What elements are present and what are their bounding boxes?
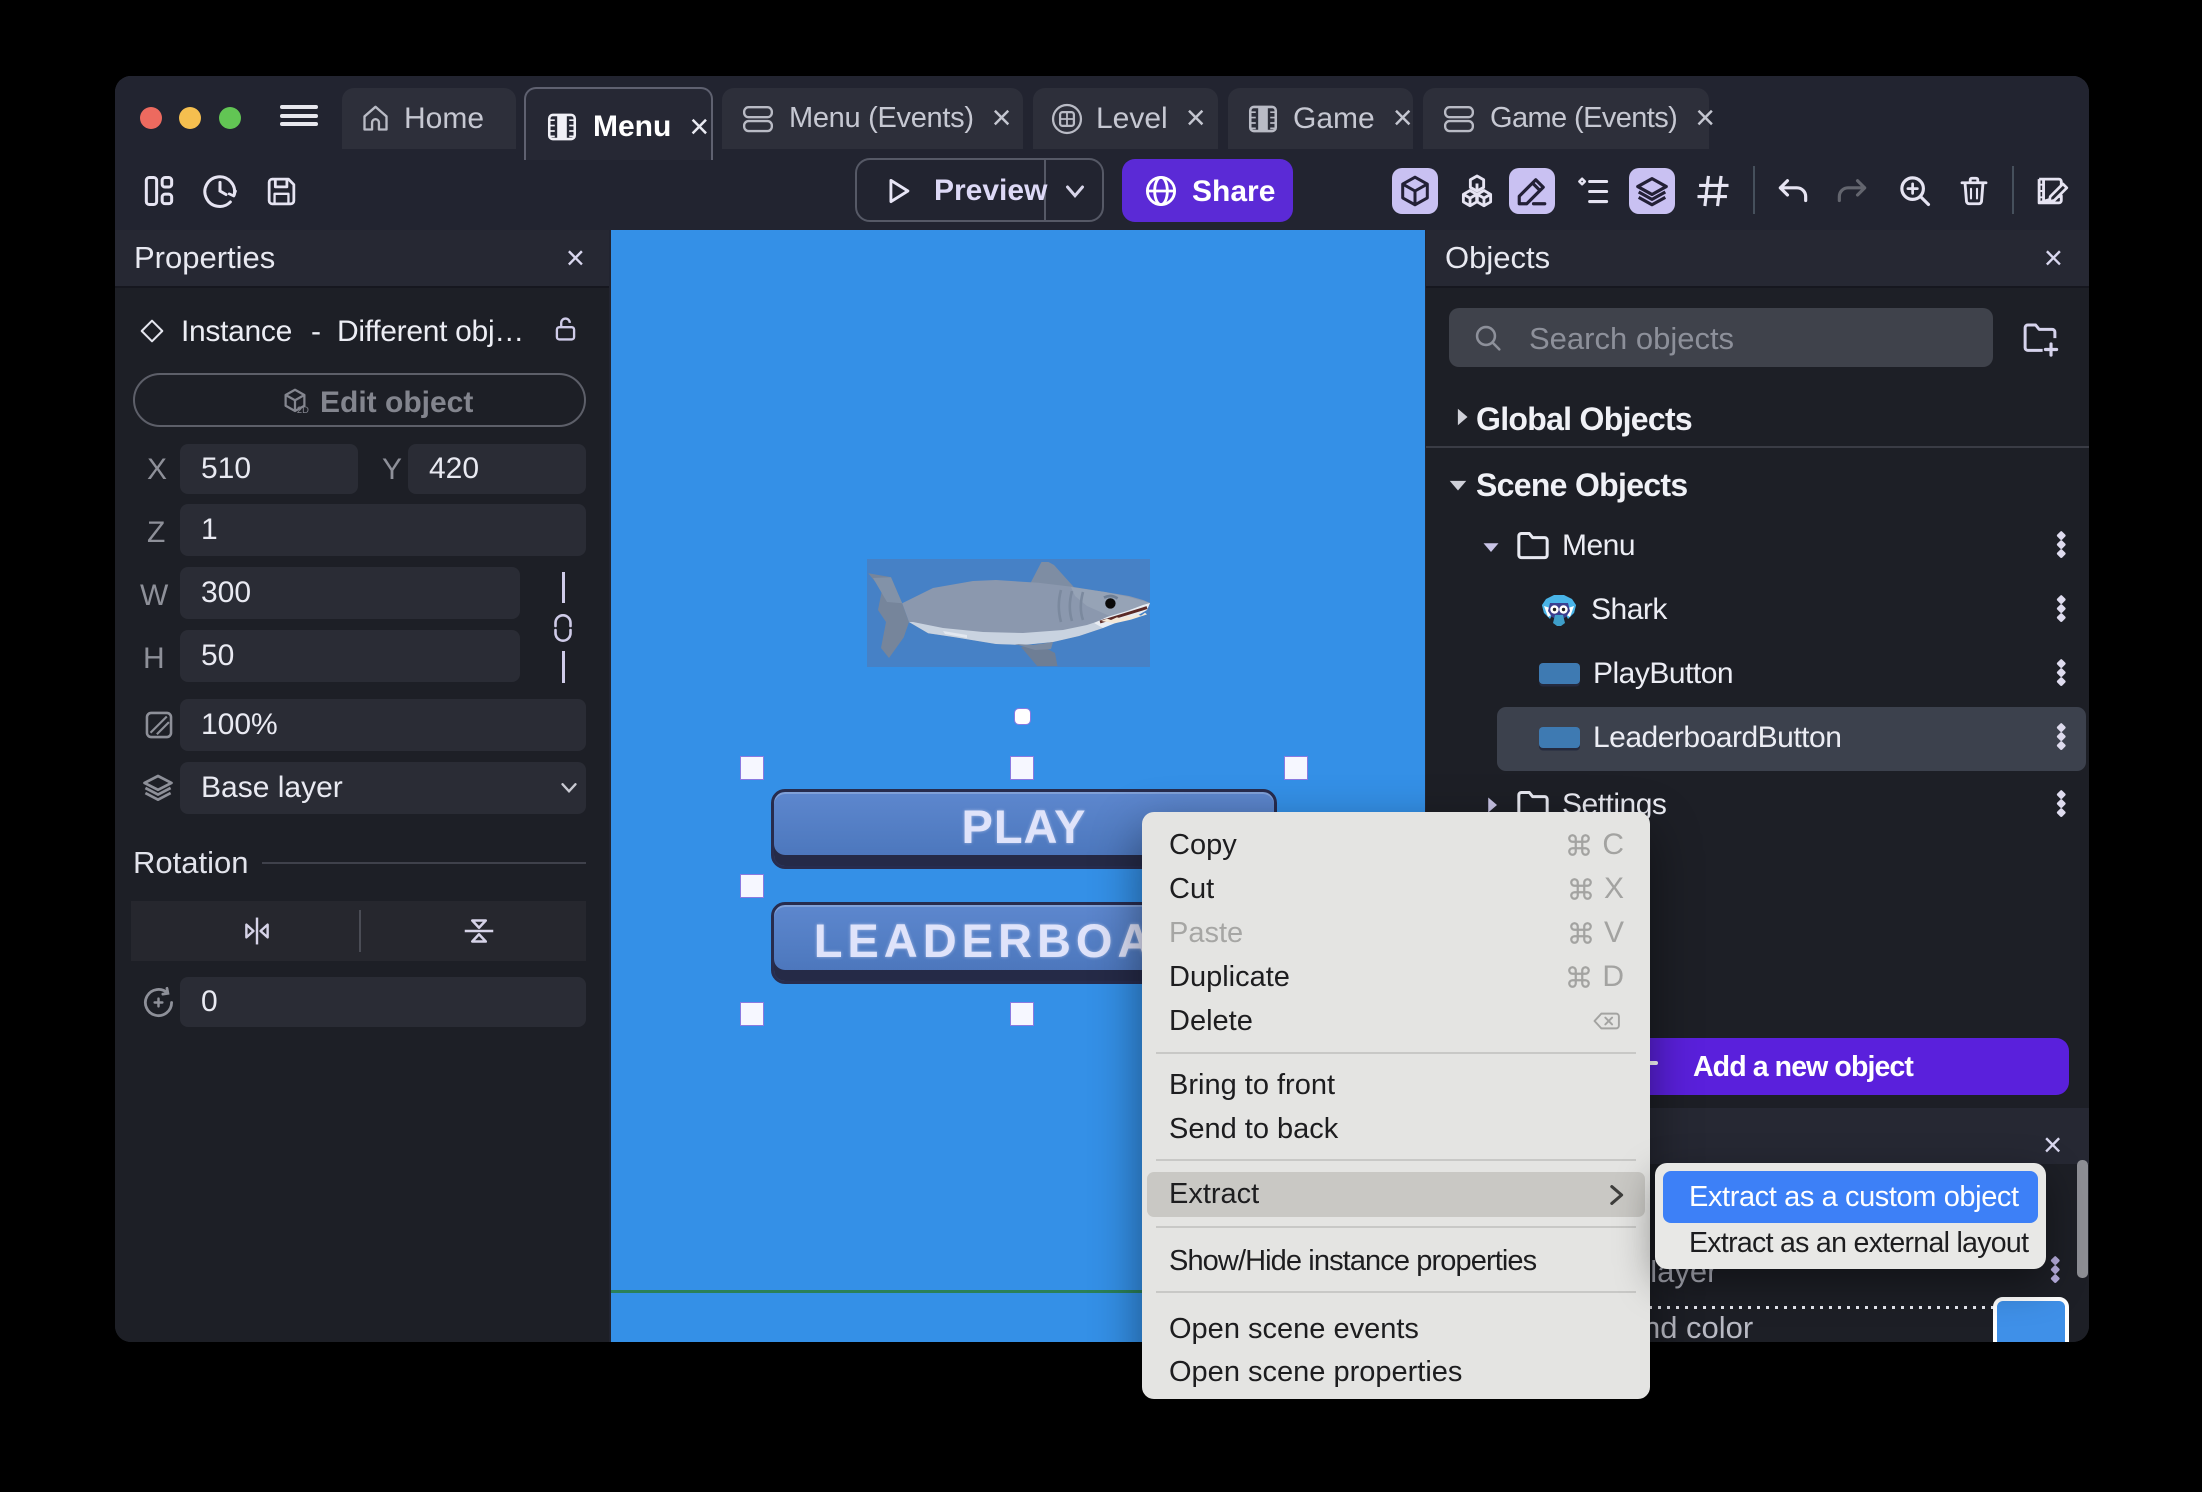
svg-text:2D: 2D: [297, 405, 309, 415]
